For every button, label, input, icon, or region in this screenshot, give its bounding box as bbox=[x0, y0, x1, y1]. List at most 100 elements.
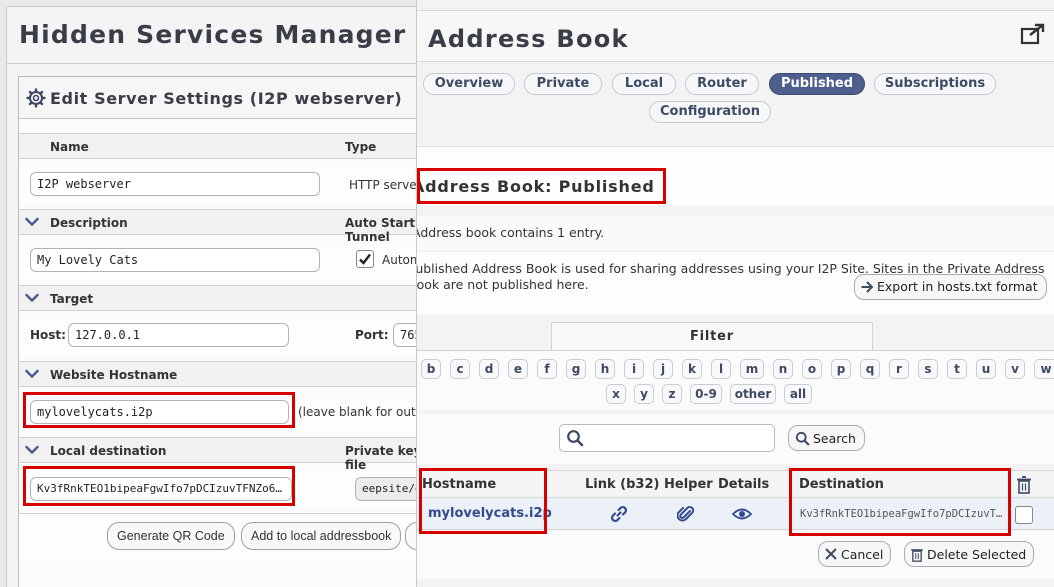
filter-letter-n[interactable]: n bbox=[773, 359, 793, 379]
export-hosts-label: Export in hosts.txt format bbox=[877, 279, 1038, 294]
tab-private[interactable]: Private bbox=[524, 73, 602, 95]
filter-letter-x[interactable]: x bbox=[606, 384, 626, 404]
filter-letter-h[interactable]: h bbox=[595, 359, 615, 379]
target-label: Target bbox=[50, 292, 94, 306]
tab-local[interactable]: Local bbox=[612, 73, 676, 95]
add-to-local-addressbook-button[interactable]: Add to local addressbook bbox=[241, 522, 402, 550]
close-icon bbox=[825, 548, 837, 560]
type-label: Type bbox=[345, 140, 377, 154]
cancel-button[interactable]: Cancel bbox=[818, 541, 892, 567]
target-header: Target bbox=[19, 285, 420, 311]
filter-letter-b[interactable]: b bbox=[421, 359, 441, 379]
server-actions-row: Generate QR Code Add to local addressboo… bbox=[19, 513, 420, 561]
hsm-title-divider bbox=[6, 63, 420, 64]
column-link-b32: Link (b32) bbox=[585, 477, 660, 492]
website-hostname-label: Website Hostname bbox=[50, 368, 178, 382]
filter-letter-other[interactable]: other bbox=[730, 384, 776, 404]
filter-letter-t[interactable]: t bbox=[947, 359, 967, 379]
published-heading: Address Book: Published bbox=[416, 177, 655, 196]
trash-icon bbox=[1017, 476, 1031, 494]
arrow-right-icon bbox=[861, 281, 874, 293]
filter-letter-d[interactable]: d bbox=[479, 359, 499, 379]
checkmark-icon bbox=[359, 253, 371, 265]
auto-start-label: Auto Start Tunnel bbox=[345, 216, 416, 244]
filter-letter-y[interactable]: y bbox=[634, 384, 654, 404]
description-header: Description Auto Start Tunnel bbox=[19, 209, 420, 244]
column-destination: Destination bbox=[799, 477, 884, 492]
paperclip-icon[interactable] bbox=[677, 505, 695, 523]
cancel-label: Cancel bbox=[841, 547, 884, 562]
filter-letter-w[interactable]: w bbox=[1034, 359, 1054, 379]
filter-letter-o[interactable]: o bbox=[802, 359, 822, 379]
hostname-hint: (leave blank for outproxies) bbox=[298, 405, 420, 419]
address-book-window: Address Book Overview Private Local Router P… bbox=[416, 0, 1054, 587]
search-input[interactable] bbox=[559, 424, 775, 452]
info-text-line2: Book are not published here. bbox=[416, 277, 589, 292]
filter-letter-r[interactable]: r bbox=[889, 359, 909, 379]
tab-published[interactable]: Published bbox=[769, 73, 865, 95]
local-destination-row: Kv3fRnkTEO1bipeaFgwIfo7pDCIzuvTFNZo6Aj..… bbox=[19, 470, 420, 508]
filter-letter-u[interactable]: u bbox=[976, 359, 996, 379]
host-field[interactable]: 127.0.0.1 bbox=[68, 323, 289, 347]
filter-letter-g[interactable]: g bbox=[566, 359, 586, 379]
name-field[interactable]: I2P webserver bbox=[30, 172, 320, 196]
filter-letter-c[interactable]: c bbox=[450, 359, 470, 379]
description-field[interactable]: My Lovely Cats bbox=[30, 248, 320, 272]
open-external-icon[interactable] bbox=[1020, 23, 1046, 45]
panel-title: Edit Server Settings (I2P webserver) bbox=[50, 89, 403, 108]
filter-letter-0-9[interactable]: 0-9 bbox=[690, 384, 722, 404]
row-hostname-link[interactable]: mylovelycats.i2p bbox=[428, 506, 552, 521]
tab-router[interactable]: Router bbox=[685, 73, 759, 95]
filter-letter-f[interactable]: f bbox=[537, 359, 557, 379]
edit-server-settings-panel: Edit Server Settings (I2P webserver) Nam… bbox=[18, 76, 420, 587]
delete-selected-button[interactable]: Delete Selected bbox=[904, 541, 1035, 567]
target-row: Host: 127.0.0.1 Port: 7658 bbox=[19, 318, 420, 356]
website-hostname-header: Website Hostname bbox=[19, 361, 420, 387]
auto-start-checkbox[interactable] bbox=[356, 250, 374, 268]
chevron-down-icon[interactable] bbox=[25, 217, 39, 227]
description-row: My Lovely Cats Automatically start tunne… bbox=[19, 242, 420, 280]
tab-subscriptions[interactable]: Subscriptions bbox=[874, 73, 996, 95]
filter-letter-l[interactable]: l bbox=[711, 359, 731, 379]
panel-header: Edit Server Settings (I2P webserver) bbox=[19, 77, 420, 119]
filter-letter-e[interactable]: e bbox=[508, 359, 528, 379]
chevron-down-icon[interactable] bbox=[25, 293, 39, 303]
tab-configuration[interactable]: Configuration bbox=[649, 101, 771, 123]
local-destination-header: Local destination Private key file bbox=[19, 437, 420, 472]
row-select-checkbox[interactable] bbox=[1015, 506, 1033, 524]
eye-icon[interactable] bbox=[732, 507, 752, 521]
filter-label: Filter bbox=[551, 322, 873, 350]
generate-qr-code-button[interactable]: Generate QR Code bbox=[107, 522, 235, 550]
gear-icon bbox=[26, 88, 46, 108]
private-key-field[interactable]: eepsite/eepPriv.dat bbox=[355, 477, 420, 501]
private-key-label: Private key file bbox=[345, 444, 420, 472]
description-label: Description bbox=[50, 216, 128, 230]
filter-letter-i[interactable]: i bbox=[624, 359, 644, 379]
address-book-title: Address Book bbox=[428, 25, 629, 53]
search-icon bbox=[567, 430, 584, 447]
filter-letter-k[interactable]: k bbox=[682, 359, 702, 379]
export-hosts-button[interactable]: Export in hosts.txt format bbox=[854, 274, 1047, 300]
website-hostname-field[interactable]: mylovelycats.i2p bbox=[30, 400, 289, 424]
link-icon[interactable] bbox=[610, 505, 628, 523]
website-hostname-row: mylovelycats.i2p (leave blank for outpro… bbox=[19, 394, 420, 432]
chevron-down-icon[interactable] bbox=[25, 369, 39, 379]
type-value: HTTP server bbox=[349, 178, 420, 192]
tab-overview[interactable]: Overview bbox=[423, 73, 515, 95]
filter-letter-m[interactable]: m bbox=[740, 359, 764, 379]
filter-letter-all[interactable]: all bbox=[784, 384, 812, 404]
filter-letter-p[interactable]: p bbox=[831, 359, 851, 379]
name-type-row: I2P webserver HTTP server bbox=[19, 166, 420, 204]
filter-letter-v[interactable]: v bbox=[1005, 359, 1025, 379]
auto-start-text: Automatically start tunnel bbox=[382, 253, 420, 267]
filter-letter-z[interactable]: z bbox=[662, 384, 682, 404]
name-label: Name bbox=[50, 140, 89, 154]
filter-letter-j[interactable]: j bbox=[653, 359, 673, 379]
local-destination-field[interactable]: Kv3fRnkTEO1bipeaFgwIfo7pDCIzuvTFNZo6Aj..… bbox=[30, 477, 292, 501]
search-icon bbox=[795, 431, 810, 446]
chevron-down-icon[interactable] bbox=[25, 445, 39, 455]
filter-letter-s[interactable]: s bbox=[918, 359, 938, 379]
column-hostname: Hostname bbox=[422, 477, 497, 492]
filter-letter-q[interactable]: q bbox=[860, 359, 880, 379]
search-button[interactable]: Search bbox=[788, 425, 865, 451]
